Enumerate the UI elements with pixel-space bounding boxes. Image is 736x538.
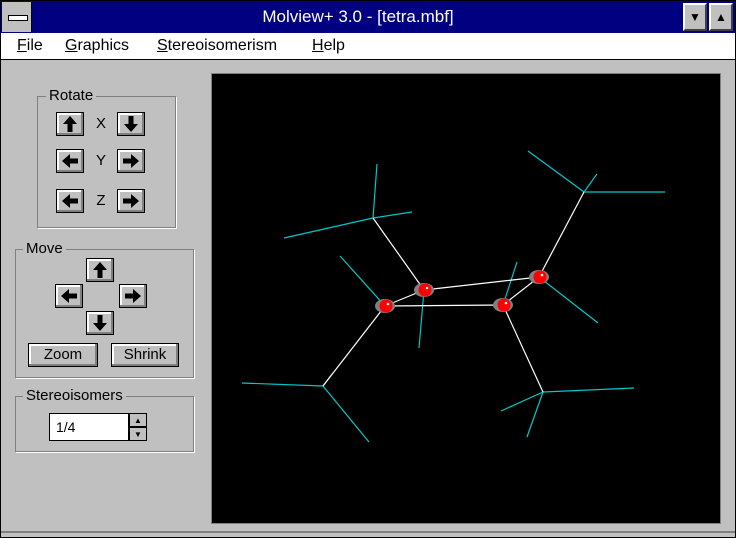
arrow-right-icon (123, 194, 139, 208)
menu-help[interactable]: Help (312, 37, 345, 55)
rotate-label: Rotate (46, 87, 97, 104)
spin-up-icon: ▲ (134, 415, 142, 425)
rotate-y-right-button[interactable] (117, 149, 145, 173)
arrow-down-icon (93, 315, 107, 331)
rotate-y-label: Y (95, 152, 106, 169)
arrow-right-icon (125, 289, 141, 303)
arrow-left-icon (62, 154, 78, 168)
rotate-x-up-button[interactable] (56, 112, 84, 136)
system-menu-icon (8, 15, 28, 21)
shrink-button[interactable]: Shrink (111, 343, 179, 367)
menu-file[interactable]: File (17, 37, 43, 55)
rotate-z-left-button[interactable] (56, 189, 84, 213)
maximize-button[interactable]: ▲ (709, 3, 733, 31)
arrow-left-icon (61, 289, 77, 303)
minimize-button[interactable]: ▼ (683, 3, 707, 31)
move-up-button[interactable] (86, 258, 114, 282)
molecule-viewport[interactable] (211, 73, 721, 524)
app-window: Molview+ 3.0 - [tetra.mbf] ▼ ▲ File Grap… (0, 0, 736, 538)
menu-stereoisomerism[interactable]: Stereoisomerism (157, 37, 277, 55)
menu-bar: File Graphics Stereoisomerism Help (1, 33, 735, 60)
stereoisomers-label: Stereoisomers (23, 387, 126, 404)
arrow-up-icon (63, 116, 77, 132)
minimize-icon: ▼ (689, 10, 701, 24)
carbon-bonds (322, 191, 585, 393)
maximize-icon: ▲ (715, 10, 727, 24)
spin-down-icon: ▼ (134, 429, 142, 439)
move-right-button[interactable] (119, 284, 147, 308)
move-left-button[interactable] (55, 284, 83, 308)
window-title: Molview+ 3.0 - [tetra.mbf] (262, 7, 454, 26)
rotate-x-label: X (95, 115, 106, 132)
menu-graphics[interactable]: Graphics (65, 37, 129, 55)
system-menu-button[interactable] (2, 2, 32, 32)
molecule-model (241, 150, 665, 443)
arrow-left-icon (62, 194, 78, 208)
move-label: Move (23, 240, 66, 257)
spin-down-button[interactable]: ▼ (129, 427, 147, 441)
rotate-z-right-button[interactable] (117, 189, 145, 213)
arrow-up-icon (93, 262, 107, 278)
title-bar[interactable]: Molview+ 3.0 - [tetra.mbf] ▼ ▲ (1, 1, 735, 33)
bottom-border (1, 531, 735, 533)
stereoisomer-index-field[interactable]: 1/4 (49, 413, 129, 441)
carbon-atoms (375, 270, 549, 313)
rotate-z-label: Z (96, 192, 106, 209)
hydrogen-bonds (241, 150, 665, 443)
arrow-down-icon (124, 116, 138, 132)
rotate-y-left-button[interactable] (56, 149, 84, 173)
spin-up-button[interactable]: ▲ (129, 413, 147, 427)
arrow-right-icon (123, 154, 139, 168)
move-down-button[interactable] (86, 311, 114, 335)
zoom-button[interactable]: Zoom (28, 343, 98, 367)
rotate-x-down-button[interactable] (117, 112, 145, 136)
